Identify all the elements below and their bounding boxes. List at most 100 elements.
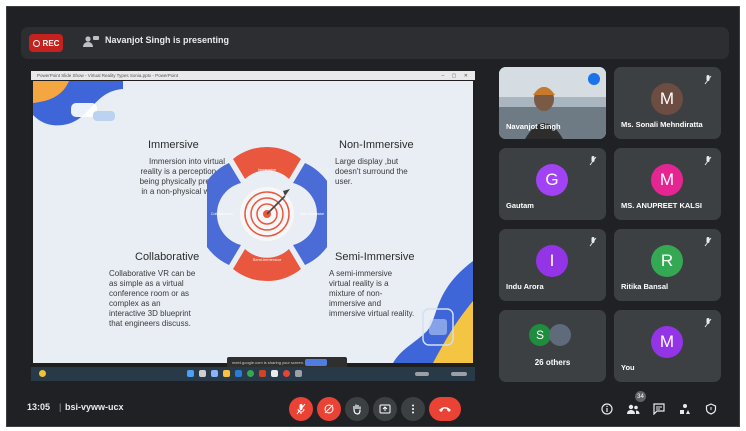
meeting-details-button[interactable]	[599, 400, 615, 418]
participant-tile[interactable]: G Gautam	[499, 148, 606, 220]
participant-name: Navanjot Singh	[506, 122, 561, 131]
people-button[interactable]: 34	[625, 391, 646, 418]
slide-heading-immersive: Immersive	[148, 139, 199, 151]
participant-name: MS. ANUPREET KALSI	[621, 201, 702, 210]
windows-taskbar	[31, 367, 475, 381]
screen-share-notice-text: meet.google.com is sharing your screen.	[232, 360, 305, 365]
present-button[interactable]	[373, 397, 397, 421]
host-controls-button[interactable]	[703, 400, 719, 418]
participant-name: You	[621, 363, 635, 372]
avatar: S	[529, 324, 551, 346]
explorer-icon[interactable]	[223, 370, 230, 377]
presentation-slide: Immersive Immersion into virtual reality…	[33, 81, 473, 363]
presenting-bar: REC Navanjot Singh is presenting	[21, 27, 729, 59]
more-vert-icon	[412, 404, 414, 414]
diagram-segment-bottom	[233, 249, 301, 282]
meeting-time: 13:05	[27, 402, 51, 412]
record-icon	[32, 39, 40, 47]
info-icon	[601, 403, 613, 415]
avatar: I	[536, 245, 568, 277]
chat-button[interactable]	[651, 400, 667, 418]
mic-off-icon	[704, 156, 712, 166]
raise-hand-button[interactable]	[345, 397, 369, 421]
avatar: G	[536, 164, 568, 196]
diagram-label-right: Non-Immersive	[300, 212, 324, 216]
avatar: R	[651, 245, 683, 277]
avatar-photo	[549, 324, 571, 346]
powerpoint-icon[interactable]	[259, 370, 266, 377]
shared-screen: PowerPoint Slide Show - Virtual Reality …	[31, 71, 475, 381]
camera-off-icon	[324, 404, 334, 414]
slide-text-collaborative: Collaborative VR can be as simple as a v…	[109, 269, 196, 328]
mic-off-icon	[704, 75, 712, 85]
activities-icon	[680, 404, 690, 414]
window-controls: – ▢ ✕	[441, 73, 471, 79]
hang-up-icon	[439, 407, 451, 412]
participant-tile-others[interactable]: S 26 others	[499, 310, 606, 382]
settings-icon[interactable]	[295, 370, 302, 377]
weather-icon	[39, 370, 46, 377]
taskview-icon[interactable]	[211, 370, 218, 377]
speaking-indicator-icon	[588, 73, 600, 85]
app-icon-2[interactable]	[283, 370, 290, 377]
shield-icon	[705, 403, 717, 415]
diagram-label-top: Immersive	[258, 167, 277, 172]
system-tray-icons	[415, 372, 429, 376]
more-options-button[interactable]	[401, 397, 425, 421]
avatar: M	[651, 326, 683, 358]
participant-name: 26 others	[534, 358, 571, 367]
slide-heading-collaborative: Collaborative	[135, 251, 200, 263]
chat-icon	[653, 403, 665, 415]
shared-window-titlebar: PowerPoint Slide Show - Virtual Reality …	[31, 71, 475, 80]
divider: |	[59, 402, 62, 412]
hand-icon	[353, 404, 361, 415]
participant-tile-self[interactable]: M You	[614, 310, 721, 382]
slide-heading-non-immersive: Non-Immersive	[339, 139, 414, 151]
presenter-icon	[83, 36, 99, 47]
avatar: M	[651, 164, 683, 196]
people-count-badge: 34	[635, 391, 646, 402]
mic-off-icon	[704, 237, 712, 247]
camera-button[interactable]	[317, 397, 341, 421]
mic-off-icon	[296, 403, 306, 415]
diagram-segment-top	[233, 146, 301, 179]
mic-off-icon	[704, 318, 712, 328]
leave-call-button[interactable]	[429, 397, 461, 421]
clock-icon	[451, 372, 467, 376]
slide-text-semi-immersive: A semi-immersive virtual reality is a mi…	[329, 269, 415, 318]
stop-sharing-button[interactable]	[305, 359, 327, 366]
presenting-text: Navanjot Singh is presenting	[105, 35, 230, 45]
recording-label: REC	[42, 38, 60, 48]
activities-button[interactable]	[677, 400, 693, 418]
participant-tile[interactable]: M MS. ANUPREET KALSI	[614, 148, 721, 220]
slide-text-non-immersive: Large display ,but doesn't surround the …	[335, 157, 408, 186]
present-screen-icon	[379, 404, 391, 414]
participant-name: Ms. Sonali Mehndiratta	[621, 120, 703, 129]
microphone-button[interactable]	[289, 397, 313, 421]
chrome-icon[interactable]	[247, 370, 254, 377]
app-icon[interactable]	[271, 370, 278, 377]
start-icon[interactable]	[187, 370, 194, 377]
diagram-label-bottom: Semi-immersive	[253, 257, 282, 262]
avatar: M	[651, 83, 683, 115]
mic-off-icon	[589, 156, 597, 166]
participant-name: Gautam	[506, 201, 534, 210]
corner-decoration-top-left	[33, 81, 123, 126]
participant-tile-presenter[interactable]: Navanjot Singh	[499, 67, 606, 139]
mic-off-icon	[589, 237, 597, 247]
meet-window: REC Navanjot Singh is presenting PowerPo…	[6, 6, 740, 427]
shared-window-title: PowerPoint Slide Show - Virtual Reality …	[37, 73, 179, 78]
participant-name: Indu Arora	[506, 282, 544, 291]
participant-tile[interactable]: R Ritika Bansal	[614, 229, 721, 301]
search-icon[interactable]	[199, 370, 206, 377]
recording-badge: REC	[29, 34, 63, 52]
store-icon[interactable]	[235, 370, 242, 377]
people-icon	[627, 404, 640, 414]
slide-heading-semi-immersive: Semi-Immersive	[335, 251, 415, 263]
participant-tile[interactable]: I Indu Arora	[499, 229, 606, 301]
participant-tile[interactable]: M Ms. Sonali Mehndiratta	[614, 67, 721, 139]
meeting-code: bsi-vyww-ucx	[65, 402, 124, 412]
diagram-label-left: Collaborat-ive	[211, 212, 233, 216]
vr-types-diagram: Immersive Semi-immersive Collaborat-ive …	[207, 146, 327, 282]
participant-name: Ritika Bansal	[621, 282, 669, 291]
